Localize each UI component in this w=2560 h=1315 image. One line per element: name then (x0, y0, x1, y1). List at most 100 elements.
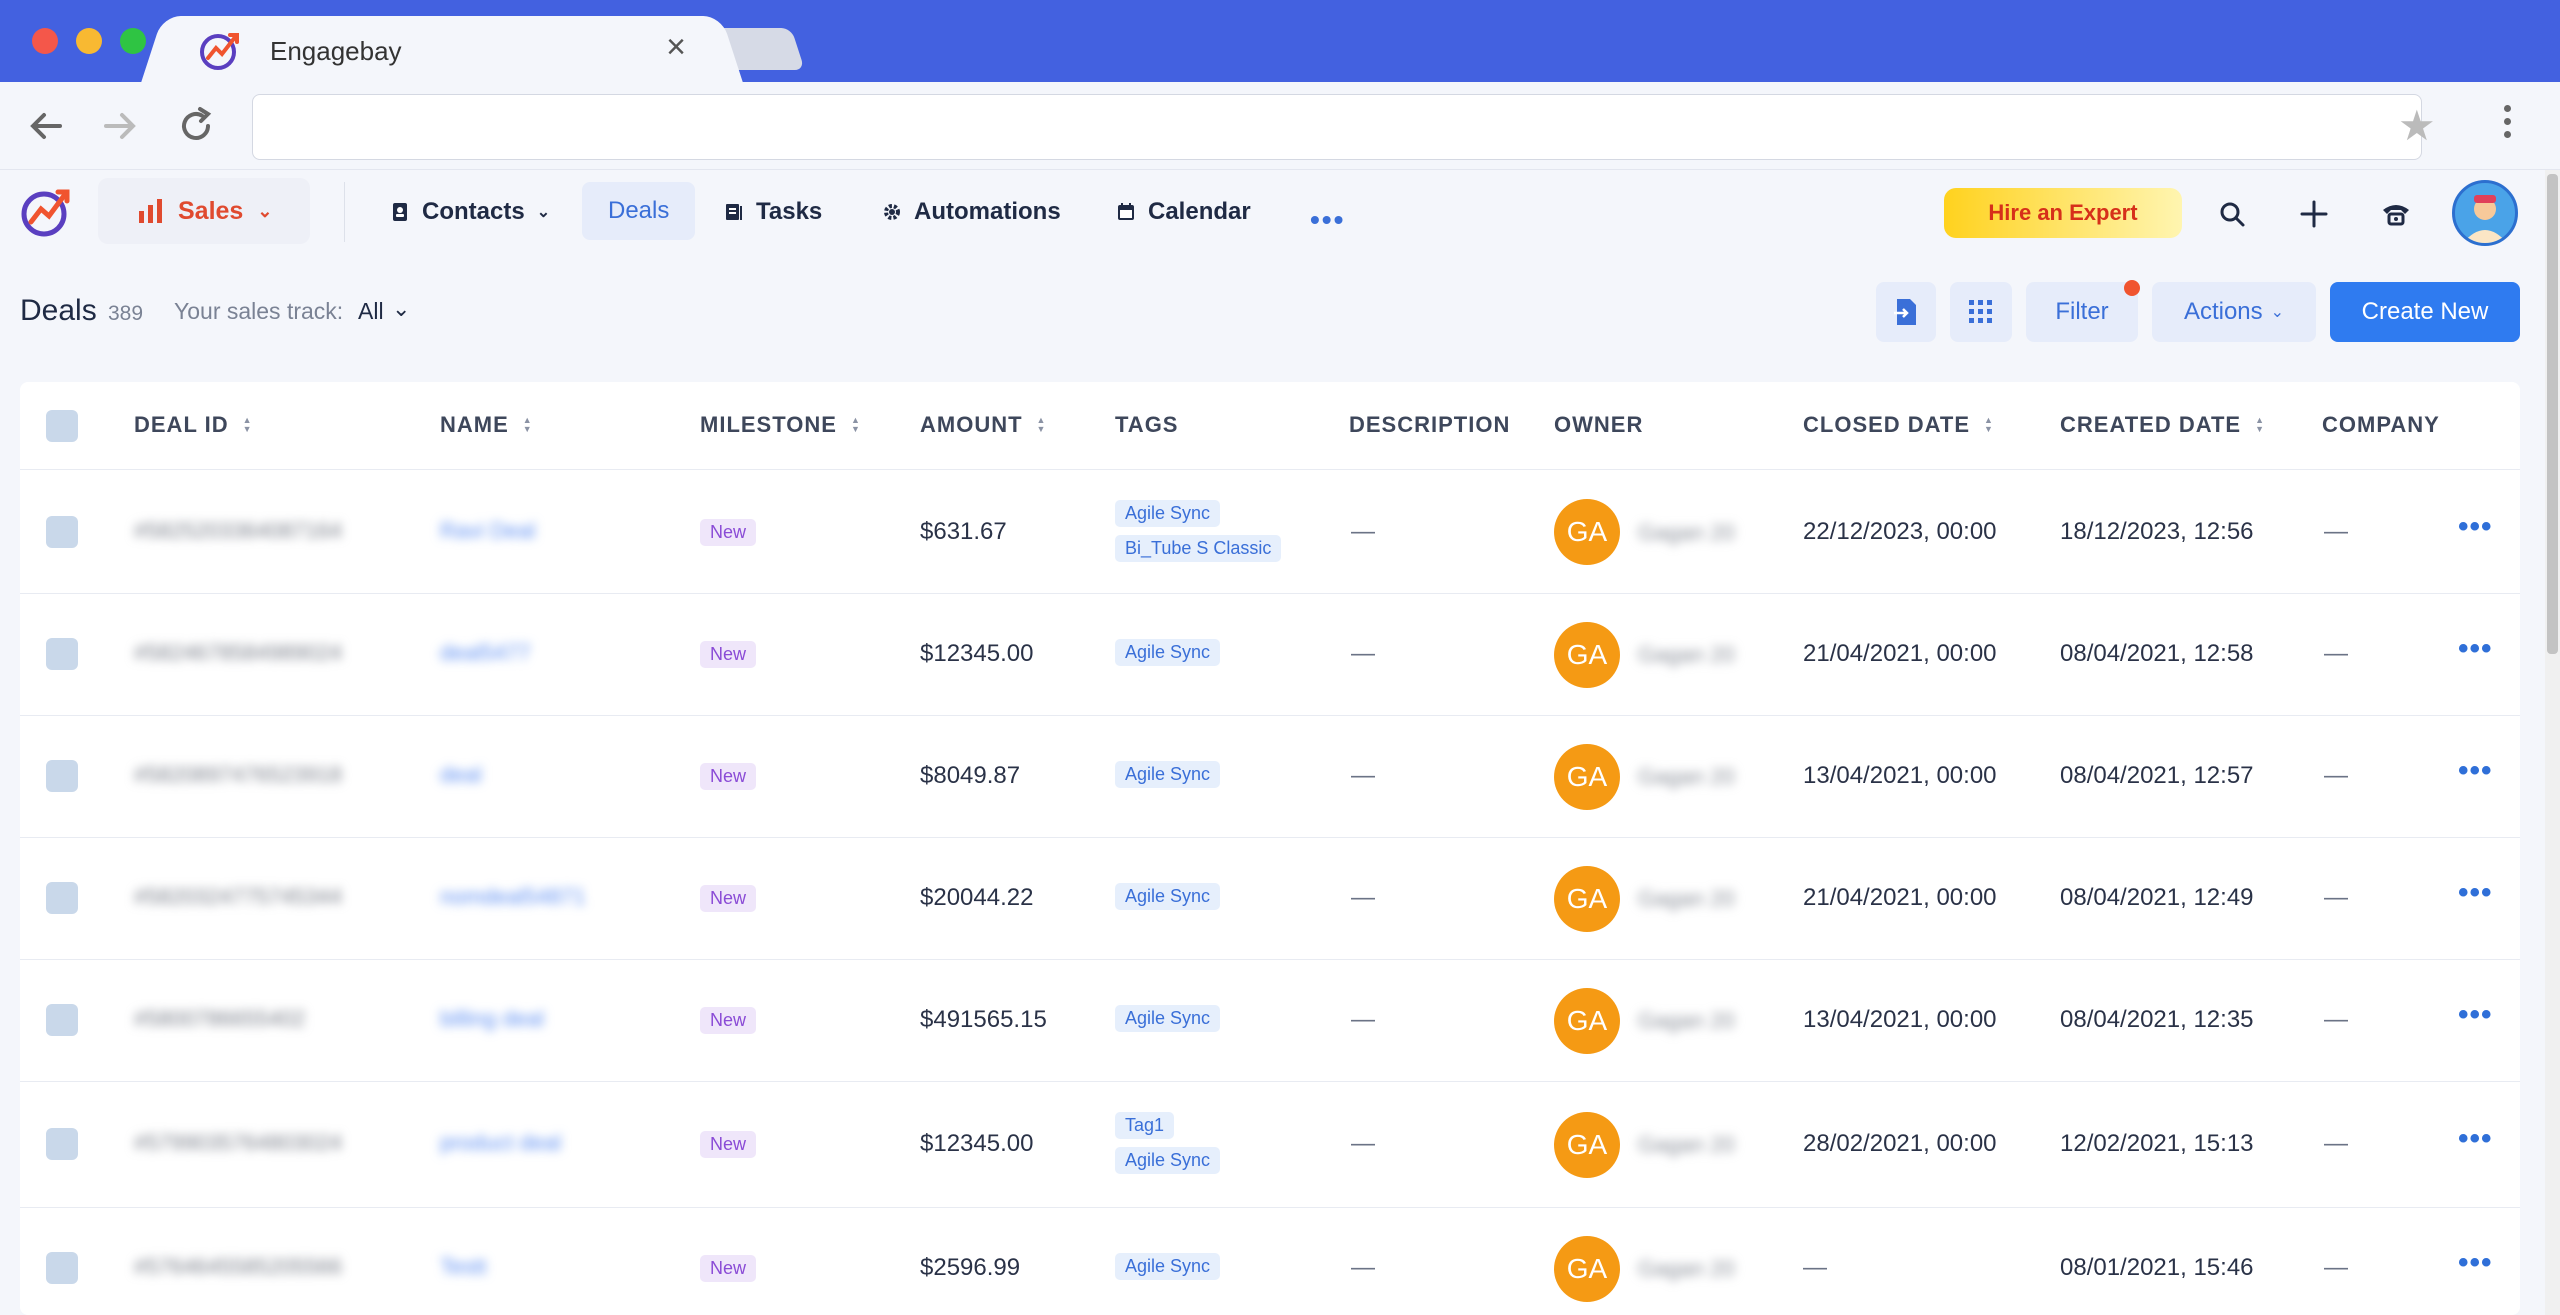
chevron-down-icon[interactable]: ⌄ (392, 296, 410, 322)
forward-arrow-icon[interactable] (98, 104, 142, 148)
filter-button[interactable]: Filter (2026, 282, 2138, 342)
tag-list: Agile Sync (1115, 761, 1221, 796)
add-icon[interactable] (2294, 194, 2334, 234)
row-checkbox[interactable] (46, 1252, 78, 1284)
row-more-icon[interactable]: ••• (2458, 1246, 2493, 1280)
browser-menu-icon[interactable] (2492, 100, 2522, 150)
deal-amount: $491565.15 (920, 1006, 1047, 1033)
tag-chip[interactable]: Agile Sync (1115, 883, 1221, 910)
column-milestone[interactable]: MILESTONE ▲ ▼ (700, 412, 861, 438)
maximize-window-button[interactable] (120, 28, 146, 54)
tag-list: Tag1 Agile Sync (1115, 1112, 1221, 1182)
phone-icon[interactable] (2376, 194, 2416, 234)
table-row[interactable]: #5825203364087164 Ravi Deal New $631.67 … (20, 470, 2520, 594)
close-tab-icon[interactable]: × (666, 28, 686, 66)
column-name[interactable]: NAME ▲ ▼ (440, 412, 533, 438)
table-row[interactable]: #5820324775745344 nomdeal54871 New $2004… (20, 838, 2520, 960)
deal-name-link[interactable]: Testt (440, 1254, 486, 1280)
scrollbar-thumb[interactable] (2547, 174, 2558, 654)
tag-chip[interactable]: Agile Sync (1115, 1147, 1221, 1174)
tag-chip[interactable]: Agile Sync (1115, 761, 1221, 788)
column-closed-date[interactable]: CLOSED DATE ▲ ▼ (1803, 412, 1994, 438)
import-button[interactable] (1876, 282, 1936, 342)
row-checkbox[interactable] (46, 1128, 78, 1160)
nav-tasks[interactable]: Tasks (698, 182, 848, 242)
user-avatar[interactable] (2452, 180, 2518, 246)
row-more-icon[interactable]: ••• (2458, 876, 2493, 910)
browser-tab-active[interactable]: Engagebay × (172, 16, 712, 82)
row-more-icon[interactable]: ••• (2458, 998, 2493, 1032)
nav-calendar[interactable]: Calendar (1090, 182, 1277, 242)
deal-amount: $631.67 (920, 518, 1007, 545)
row-more-icon[interactable]: ••• (2458, 510, 2493, 544)
url-input[interactable] (252, 94, 2422, 160)
tag-chip[interactable]: Agile Sync (1115, 1005, 1221, 1032)
milestone-badge: New (700, 885, 757, 912)
deal-name-link[interactable]: product deal (440, 1130, 561, 1156)
table-row[interactable]: #5824678584989024 deal5477 New $12345.00… (20, 594, 2520, 716)
bookmark-star-icon[interactable]: ★ (2398, 104, 2436, 148)
table-row[interactable]: #5764645585205566 Testt New $2596.99 Agi… (20, 1208, 2520, 1315)
minimize-window-button[interactable] (76, 28, 102, 54)
table-row[interactable]: #5820897476523918 deal New $8049.87 Agil… (20, 716, 2520, 838)
company: — (2324, 1130, 2348, 1157)
owner-name: Gagan 20 (1638, 1132, 1735, 1157)
tasks-icon (726, 204, 742, 220)
search-icon[interactable] (2212, 194, 2252, 234)
import-file-icon (1894, 299, 1916, 325)
engagebay-logo-icon[interactable] (18, 184, 74, 240)
back-arrow-icon[interactable] (24, 104, 68, 148)
tag-chip[interactable]: Agile Sync (1115, 639, 1221, 666)
create-new-button[interactable]: Create New (2330, 282, 2520, 342)
column-tags: TAGS (1115, 412, 1179, 437)
company: — (2324, 762, 2348, 789)
owner-avatar: GA (1554, 866, 1620, 932)
company: — (2324, 1254, 2348, 1281)
tag-chip[interactable]: Agile Sync (1115, 1253, 1221, 1280)
deal-description: — (1351, 1254, 1375, 1281)
reload-icon[interactable] (174, 104, 218, 148)
row-more-icon[interactable]: ••• (2458, 632, 2493, 666)
company: — (2324, 1006, 2348, 1033)
row-checkbox[interactable] (46, 1004, 78, 1036)
deal-amount: $20044.22 (920, 884, 1034, 911)
row-more-icon[interactable]: ••• (2458, 1122, 2493, 1156)
select-all-checkbox[interactable] (46, 410, 78, 442)
table-row[interactable]: #5800786655402 billing deal New $491565.… (20, 960, 2520, 1082)
deal-name-link[interactable]: deal5477 (440, 640, 531, 666)
deal-name-link[interactable]: Ravi Deal (440, 518, 535, 544)
tag-list: Agile Sync (1115, 883, 1221, 918)
row-more-icon[interactable]: ••• (2458, 754, 2493, 788)
deal-name-link[interactable]: nomdeal54871 (440, 884, 586, 910)
column-created-date[interactable]: CREATED DATE ▲ ▼ (2060, 412, 2265, 438)
row-checkbox[interactable] (46, 638, 78, 670)
created-date: 08/04/2021, 12:49 (2060, 884, 2254, 911)
tag-chip[interactable]: Tag1 (1115, 1112, 1175, 1139)
more-nav-icon[interactable]: ••• (1310, 204, 1345, 236)
sales-track-dropdown[interactable]: All (358, 298, 384, 325)
close-window-button[interactable] (32, 28, 58, 54)
nav-deals[interactable]: Deals (582, 182, 696, 240)
deal-name-link[interactable]: billing deal (440, 1006, 544, 1032)
sales-module-dropdown[interactable]: Sales ⌄ (98, 178, 310, 244)
grid-view-button[interactable] (1950, 282, 2012, 342)
tag-chip[interactable]: Agile Sync (1115, 500, 1221, 527)
table-row[interactable]: #5799035764803024 product deal New $1234… (20, 1082, 2520, 1208)
tag-list: Agile Sync (1115, 639, 1221, 674)
nav-automations[interactable]: Automations (856, 182, 1087, 242)
column-deal-id[interactable]: DEAL ID ▲ ▼ (134, 412, 253, 438)
sort-icon: ▲ ▼ (1036, 415, 1047, 434)
nav-contacts[interactable]: Contacts ⌄ (364, 182, 576, 242)
row-checkbox[interactable] (46, 516, 78, 548)
deal-description: — (1351, 1130, 1375, 1157)
row-checkbox[interactable] (46, 882, 78, 914)
sales-label: Sales (178, 196, 244, 225)
row-checkbox[interactable] (46, 760, 78, 792)
tag-chip[interactable]: Bi_Tube S Classic (1115, 535, 1282, 562)
deal-name-link[interactable]: deal (440, 762, 482, 788)
column-amount[interactable]: AMOUNT ▲ ▼ (920, 412, 1046, 438)
hire-expert-button[interactable]: Hire an Expert (1944, 188, 2182, 238)
page-scrollbar[interactable] (2545, 170, 2560, 1315)
actions-dropdown[interactable]: Actions ⌄ (2152, 282, 2316, 342)
deal-amount: $2596.99 (920, 1254, 1021, 1281)
